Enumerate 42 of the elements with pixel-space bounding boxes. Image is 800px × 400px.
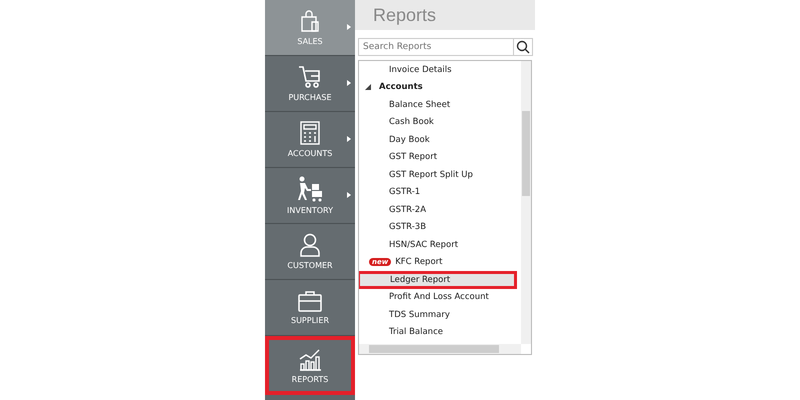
calculator-icon [300,121,320,145]
person-pushing-cart-icon [296,176,324,202]
briefcase-icon [298,290,322,312]
cart-icon [297,65,323,89]
tree-item[interactable]: GST Report [359,148,517,166]
tree-item[interactable]: Cash Book [359,114,517,131]
tree-item[interactable]: Ledger Report [359,271,517,288]
sidebar-item-label: SUPPLIER [290,316,329,325]
person-icon [299,233,321,257]
tree-item[interactable]: TDS Summary [359,306,517,324]
sidebar-item[interactable]: REPORTS [265,336,355,395]
sidebar-item-label: REPORTS [292,375,328,384]
panel-title: Reports [373,4,436,26]
tree-item[interactable]: KFC Report [395,257,442,268]
sidebar-item-label: SALES [297,37,323,46]
expander-icon[interactable] [365,84,371,90]
horizontal-scrollbar[interactable] [359,344,521,354]
tree-item[interactable]: GSTR-1 [359,184,517,201]
search-field[interactable]: Search Reports [358,38,514,56]
bar-chart-icon [298,347,322,371]
tree-item[interactable]: Invoice Details [359,61,517,78]
tree-item[interactable]: Day Book [359,131,517,148]
sidebar-item-label: INVENTORY [287,206,333,215]
shopping-bag-icon [299,9,321,33]
sidebar-item-label: PURCHASE [288,93,332,102]
search-icon[interactable] [514,38,533,56]
sidebar-item[interactable]: SUPPLIER [265,280,355,336]
tree-item[interactable]: GSTR-3B [359,218,517,236]
tree-item[interactable]: GST Report Split Up [359,166,517,184]
sidebar-item[interactable]: CUSTOMER [265,224,355,280]
sidebar-item-label: ACCOUNTS [288,149,332,158]
sidebar-item[interactable]: PURCHASE [265,56,355,112]
tree-item[interactable]: GSTR-2A [359,201,517,218]
vertical-scrollbar[interactable] [521,61,531,344]
tree-item[interactable]: Balance Sheet [359,96,517,114]
sidebar-item[interactable]: ACCOUNTS [265,112,355,168]
tree-item[interactable]: Trial Balance [359,324,517,341]
tree-group-label[interactable]: Accounts [379,82,423,92]
tree-item[interactable]: Profit And Loss Account [359,288,517,306]
sidebar-item-label: CUSTOMER [287,261,333,270]
sidebar-item[interactable]: INVENTORY [265,168,355,224]
tree-item[interactable]: HSN/SAC Report [359,236,517,254]
